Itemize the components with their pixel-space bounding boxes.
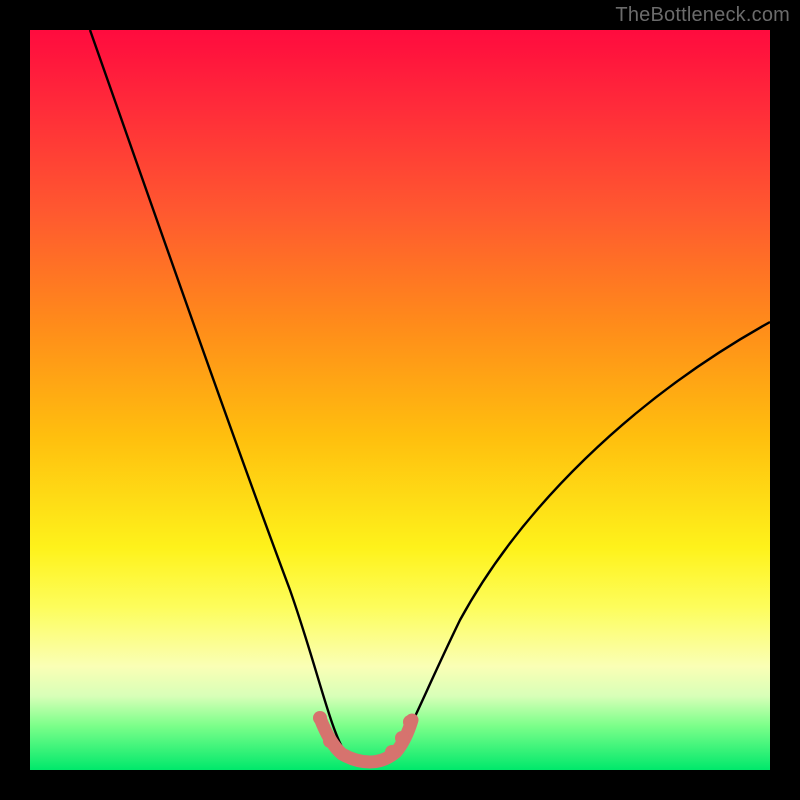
chart-svg (30, 30, 770, 770)
marker-dot (385, 745, 399, 759)
marker-dot (313, 711, 327, 725)
chart-frame (30, 30, 770, 770)
marker-dot (323, 734, 337, 748)
marker-dot (403, 715, 417, 729)
bottleneck-curve-path (90, 30, 770, 764)
marker-dot (395, 731, 409, 745)
watermark-text: TheBottleneck.com (615, 4, 790, 27)
